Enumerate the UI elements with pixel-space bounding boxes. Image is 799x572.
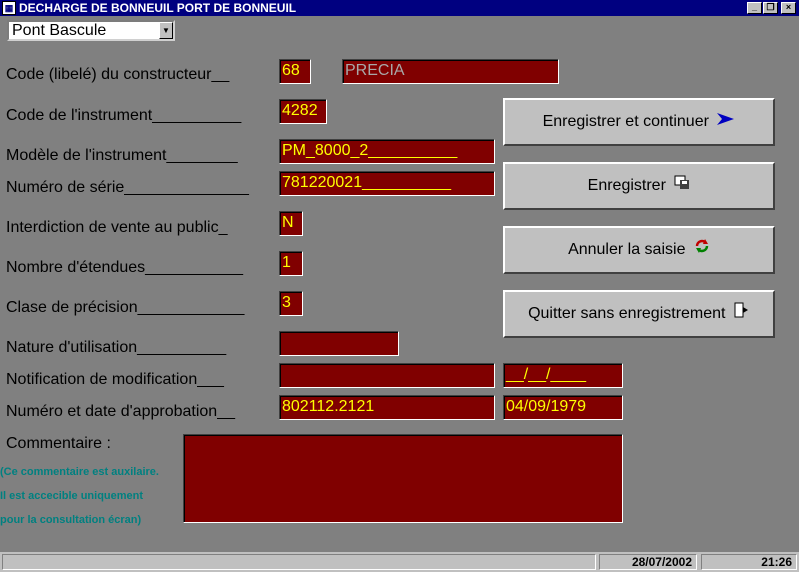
comment-label: Commentaire :	[6, 435, 111, 452]
constructor-name-field[interactable]: PRECIA	[342, 59, 559, 84]
refresh-icon	[694, 228, 710, 272]
comment-textarea[interactable]	[183, 434, 623, 523]
ranges-label: Nombre d'étendues___________	[6, 259, 244, 276]
approval-number-field[interactable]: 802112.2121	[279, 395, 495, 420]
save-label: Enregistrer	[587, 177, 666, 195]
comment-note-line-3: pour la consultation écran)	[0, 514, 142, 526]
comment-note-line-1: (Ce commentaire est auxilaire.	[0, 466, 159, 478]
notification-field[interactable]	[279, 363, 495, 388]
constructor-label: Code (libelé) du constructeur__	[6, 66, 230, 83]
save-disk-icon	[674, 164, 690, 208]
window-title: DECHARGE DE BONNEUIL PORT DE BONNEUIL	[19, 1, 297, 15]
status-date: 28/07/2002	[599, 554, 697, 570]
model-label: Modèle de l'instrument________	[6, 147, 238, 164]
approval-date-field[interactable]: 04/09/1979	[503, 395, 623, 420]
app-icon: ▦	[2, 1, 16, 15]
model-field[interactable]: PM_8000_2__________	[279, 139, 495, 164]
constructor-code-field[interactable]: 68	[279, 59, 311, 84]
minimize-button[interactable]: _	[747, 2, 762, 14]
cancel-entry-label: Annuler la saisie	[568, 241, 686, 259]
restore-button[interactable]: ❐	[763, 2, 778, 14]
close-button[interactable]: ×	[781, 2, 796, 14]
status-time: 21:26	[701, 554, 797, 570]
precision-label: Clase de précision____________	[6, 299, 245, 316]
approval-label: Numéro et date d'approbation__	[6, 403, 235, 420]
instrument-type-value: Pont Bascule	[12, 22, 107, 39]
save-and-continue-label: Enregistrer et continuer	[542, 113, 709, 131]
exit-door-icon	[734, 292, 750, 336]
save-and-continue-button[interactable]: Enregistrer et continuer	[503, 98, 775, 146]
public-sale-field[interactable]: N	[279, 211, 303, 236]
public-sale-label: Interdiction de vente au public_	[6, 219, 228, 236]
serial-field[interactable]: 781220021__________	[279, 171, 495, 196]
arrow-right-icon	[717, 100, 735, 144]
title-bar: ▦ DECHARGE DE BONNEUIL PORT DE BONNEUIL …	[0, 0, 799, 16]
quit-without-saving-label: Quitter sans enregistrement	[528, 305, 726, 323]
comment-note-line-2: Il est accecible uniquement	[0, 490, 144, 502]
status-bar: 28/07/2002 21:26	[0, 552, 799, 572]
ranges-field[interactable]: 1	[279, 251, 303, 276]
notification-label: Notification de modification___	[6, 371, 224, 388]
usage-label: Nature d'utilisation__________	[6, 339, 227, 356]
dropdown-arrow-icon[interactable]: ▼	[159, 22, 173, 39]
quit-without-saving-button[interactable]: Quitter sans enregistrement	[503, 290, 775, 338]
notification-date-field[interactable]: __/__/____	[503, 363, 623, 388]
instrument-code-field[interactable]: 4282	[279, 99, 327, 124]
instrument-code-label: Code de l'instrument__________	[6, 107, 242, 124]
usage-field[interactable]	[279, 331, 399, 356]
cancel-entry-button[interactable]: Annuler la saisie	[503, 226, 775, 274]
save-button[interactable]: Enregistrer	[503, 162, 775, 210]
precision-field[interactable]: 3	[279, 291, 303, 316]
status-message-cell	[2, 554, 596, 570]
serial-label: Numéro de série______________	[6, 179, 249, 196]
instrument-type-select[interactable]: Pont Bascule ▼	[7, 20, 175, 41]
